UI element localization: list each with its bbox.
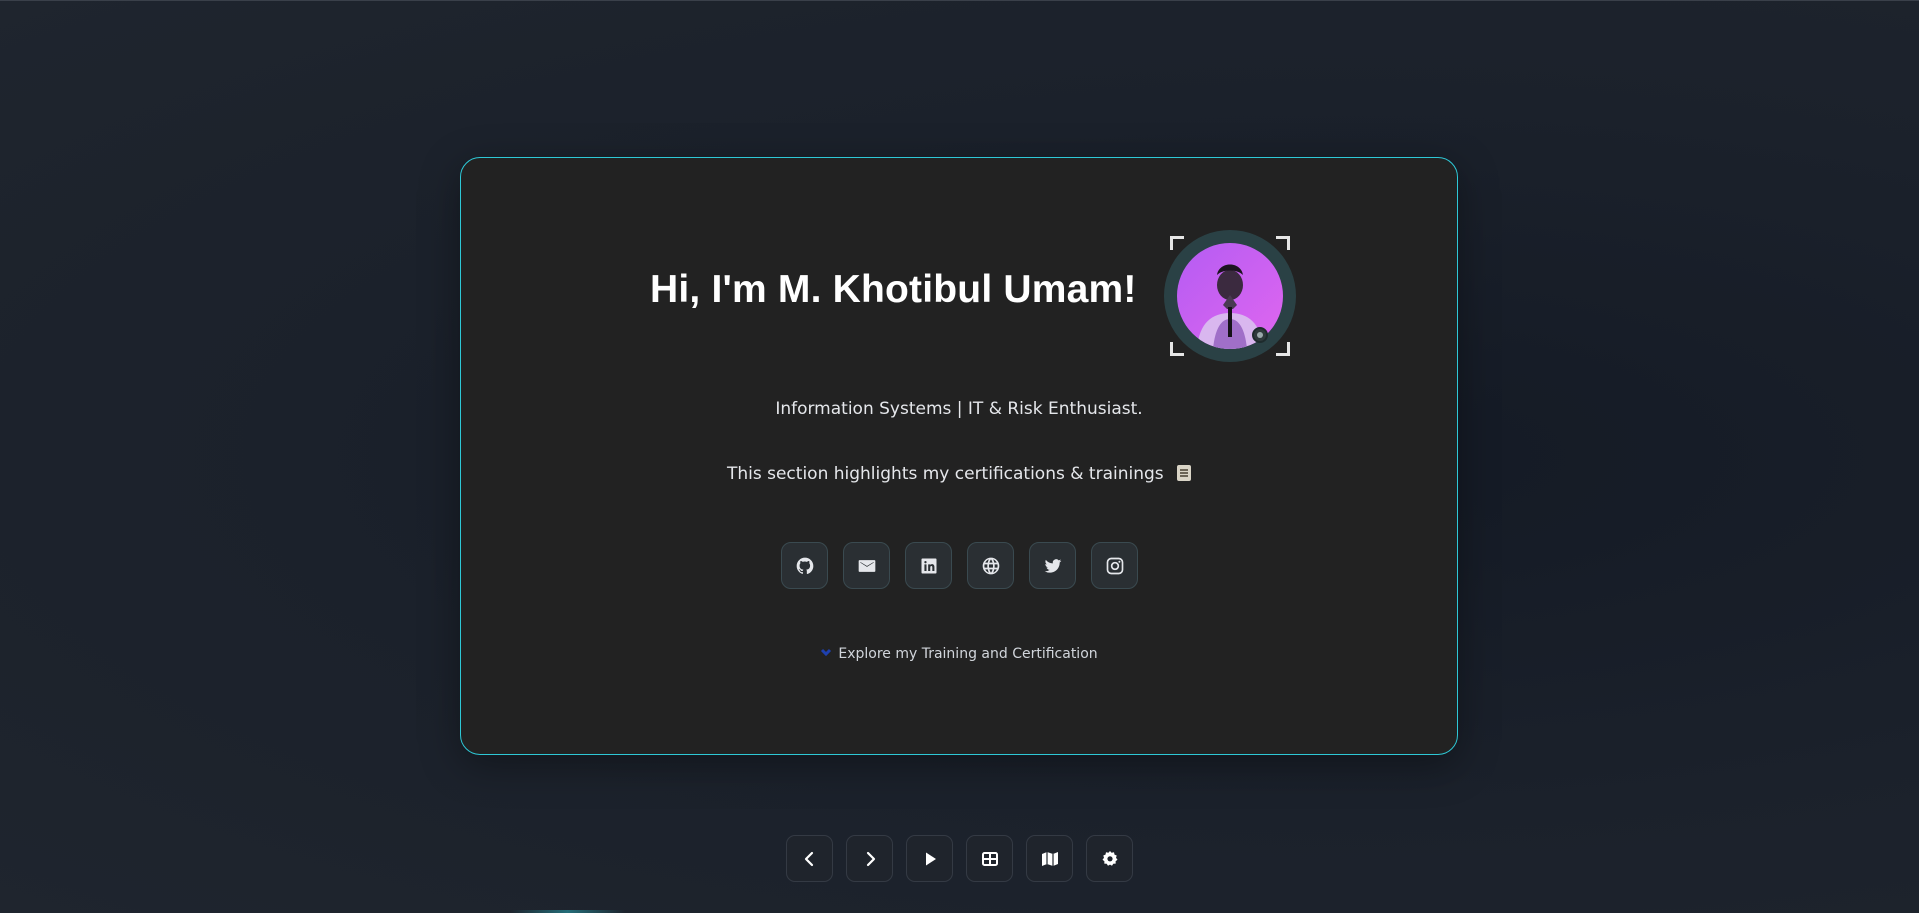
section-description: This section highlights my certification…: [461, 464, 1457, 484]
page-title: Hi, I'm M. Khotibul Umam!: [650, 268, 1137, 311]
instagram-link[interactable]: [1091, 542, 1138, 589]
settings-button[interactable]: [1086, 835, 1133, 882]
frame-corner: [1276, 236, 1290, 250]
linkedin-icon: [921, 558, 936, 573]
explore-link[interactable]: Explore my Training and Certification: [461, 646, 1457, 662]
chevron-down-icon: [820, 646, 832, 662]
chevron-left-icon: [804, 851, 813, 866]
explore-label: Explore my Training and Certification: [838, 646, 1098, 662]
tagline: Information Systems | IT & Risk Enthusia…: [775, 399, 1143, 419]
map-button[interactable]: [1026, 835, 1073, 882]
status-indicator: [1252, 327, 1268, 343]
email-link[interactable]: [843, 542, 890, 589]
scroll-icon: [1177, 465, 1192, 481]
mail-icon: [858, 559, 875, 572]
section-description-text: This section highlights my certification…: [726, 464, 1164, 484]
frame-corner: [1276, 342, 1290, 356]
hero-card: Hi, I'm M. Khotibul Umam! Information Sy…: [460, 157, 1458, 755]
grid-view-button[interactable]: [966, 835, 1013, 882]
next-button[interactable]: [846, 835, 893, 882]
github-icon: [796, 557, 813, 574]
frame-corner: [1170, 236, 1184, 250]
play-button[interactable]: [906, 835, 953, 882]
play-icon: [925, 852, 936, 865]
github-link[interactable]: [781, 542, 828, 589]
twitter-icon: [1044, 558, 1061, 573]
hero-header: Hi, I'm M. Khotibul Umam!: [461, 220, 1457, 362]
avatar[interactable]: [1164, 230, 1296, 362]
globe-icon: [982, 557, 999, 574]
linkedin-link[interactable]: [905, 542, 952, 589]
previous-button[interactable]: [786, 835, 833, 882]
settings-icon: [1102, 850, 1117, 866]
bottom-navigation: [786, 835, 1133, 882]
grid-icon: [981, 851, 998, 866]
top-border: [0, 0, 1919, 1]
map-icon: [1041, 851, 1058, 866]
twitter-link[interactable]: [1029, 542, 1076, 589]
chevron-right-icon: [866, 851, 875, 866]
frame-corner: [1170, 342, 1184, 356]
social-links: [781, 542, 1138, 589]
website-link[interactable]: [967, 542, 1014, 589]
instagram-icon: [1106, 557, 1123, 574]
